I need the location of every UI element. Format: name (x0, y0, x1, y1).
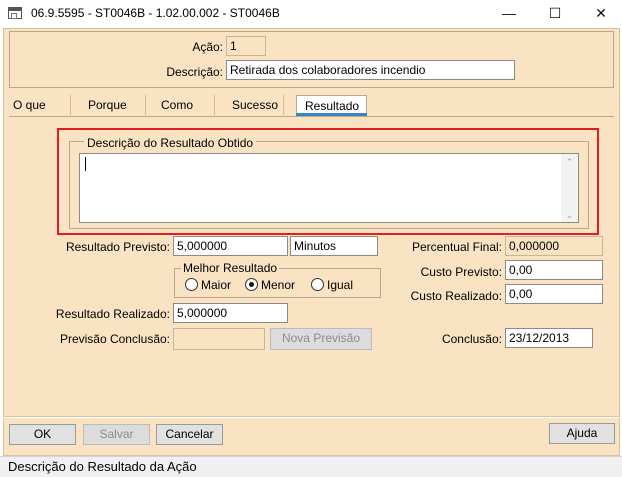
previsao-conclusao-field (173, 328, 265, 350)
maximize-button[interactable]: ☐ (532, 0, 578, 26)
unidade-field[interactable]: Minutos (290, 236, 378, 256)
acao-field: 1 (226, 36, 266, 56)
conclusao-label: Conclusão: (441, 332, 502, 346)
descricao-field[interactable]: Retirada dos colaboradores incendio (226, 60, 515, 80)
resultado-realizado-label: Resultado Realizado: (55, 307, 170, 321)
active-tab-indicator (296, 113, 367, 116)
tab-resultado[interactable]: Resultado (296, 95, 367, 115)
tab-sucesso[interactable]: Sucesso (228, 95, 284, 115)
radio-maior[interactable] (185, 278, 198, 291)
descricao-label: Descrição: (166, 65, 223, 79)
salvar-button[interactable]: Salvar (83, 424, 150, 445)
radio-menor[interactable] (245, 278, 258, 291)
nova-previsao-button[interactable]: Nova Previsão (270, 328, 372, 350)
resultado-realizado-field[interactable]: 5,000000 (173, 303, 288, 323)
radio-igual-label[interactable]: Igual (327, 278, 353, 292)
radio-menor-label[interactable]: Menor (261, 278, 295, 292)
tab-o-que[interactable]: O que (9, 95, 71, 115)
percentual-final-label: Percentual Final: (411, 240, 502, 254)
radio-igual[interactable] (311, 278, 324, 291)
custo-previsto-field[interactable]: 0,00 (505, 260, 603, 280)
conclusao-field[interactable]: 23/12/2013 (505, 328, 593, 348)
status-text: Descrição do Resultado da Ação (8, 459, 197, 474)
previsao-conclusao-label: Previsão Conclusão: (59, 332, 170, 346)
custo-previsto-label: Custo Previsto: (420, 265, 502, 279)
highlight-box (57, 128, 599, 235)
resultado-previsto-field[interactable]: 5,000000 (173, 236, 288, 256)
tab-como[interactable]: Como (157, 95, 215, 115)
acao-label: Ação: (192, 40, 223, 54)
tab-divider (9, 116, 614, 117)
app-window-icon (8, 7, 22, 19)
ok-button[interactable]: OK (9, 424, 76, 445)
close-button[interactable]: ✕ (578, 0, 622, 26)
custo-realizado-field[interactable]: 0,00 (505, 284, 603, 304)
radio-maior-label[interactable]: Maior (201, 278, 231, 292)
tab-porque[interactable]: Porque (84, 95, 146, 115)
window-title: 06.9.5595 - ST0046B - 1.02.00.002 - ST00… (31, 6, 280, 20)
custo-realizado-label: Custo Realizado: (410, 289, 502, 303)
cancelar-button[interactable]: Cancelar (156, 424, 223, 445)
resultado-previsto-label: Resultado Previsto: (65, 240, 170, 254)
minimize-button[interactable]: — (486, 0, 532, 26)
melhor-resultado-title: Melhor Resultado (181, 261, 280, 275)
percentual-final-field: 0,000000 (505, 236, 603, 256)
ajuda-button[interactable]: Ajuda (549, 423, 615, 444)
